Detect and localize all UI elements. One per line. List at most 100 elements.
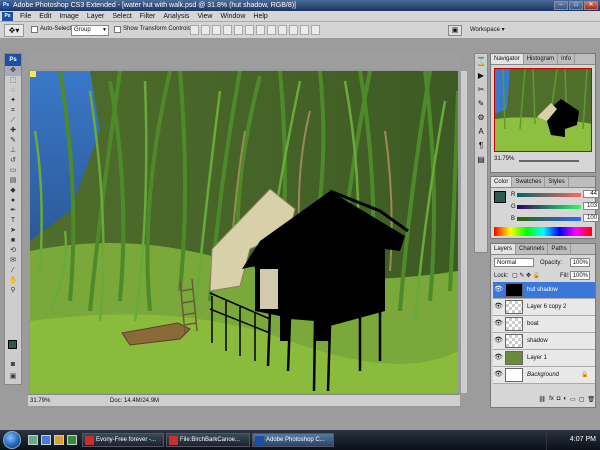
layer-row-boat[interactable]: 👁 boat xyxy=(493,316,595,333)
red-slider[interactable] xyxy=(517,193,581,197)
new-group-icon[interactable]: ▭ xyxy=(570,396,576,405)
shape-tool-icon[interactable]: ■ xyxy=(5,236,21,246)
zoom-level[interactable]: 31.79% xyxy=(30,395,50,407)
distribute-right-icon[interactable] xyxy=(311,25,320,35)
eraser-tool-icon[interactable]: ▭ xyxy=(5,166,21,176)
menu-filter[interactable]: Filter xyxy=(136,11,160,22)
green-value[interactable]: 103 xyxy=(583,202,599,210)
clone-stamp-icon[interactable]: ⊥ xyxy=(5,146,21,156)
blend-mode-dropdown[interactable]: Normal xyxy=(494,258,534,267)
workspace-menu[interactable]: Workspace ▾ xyxy=(470,25,510,36)
tab-swatches[interactable]: Swatches xyxy=(512,177,546,187)
eye-icon[interactable]: 👁 xyxy=(494,286,503,294)
quick-mask-icon[interactable]: ◙ xyxy=(5,360,21,370)
fill-field[interactable]: 100% xyxy=(570,271,590,280)
character-panel-icon[interactable]: A xyxy=(475,126,487,138)
brushes-panel-icon[interactable]: ✎ xyxy=(475,98,487,110)
magic-wand-icon[interactable]: ✦ xyxy=(5,96,21,106)
blue-value[interactable]: 100 xyxy=(583,214,599,222)
blue-slider[interactable] xyxy=(517,217,581,221)
tab-navigator[interactable]: Navigator xyxy=(491,54,524,64)
align-hcenter-icon[interactable] xyxy=(234,25,243,35)
link-layers-icon[interactable]: ⛓ xyxy=(538,396,546,405)
crop-tool-icon[interactable]: ⌗ xyxy=(5,106,21,116)
move-tool-preset-icon[interactable]: ✥▾ xyxy=(4,24,24,37)
healing-brush-icon[interactable]: ✚ xyxy=(5,126,21,136)
layer-mask-icon[interactable]: ◘ xyxy=(557,396,561,405)
opacity-field[interactable]: 100% xyxy=(570,258,590,267)
show-desktop-icon[interactable] xyxy=(28,435,38,445)
adjustment-layer-icon[interactable]: ◐ xyxy=(563,396,567,405)
auto-select-dropdown[interactable]: Group ▼ xyxy=(71,25,109,36)
3d-rotate-icon[interactable]: ⟲ xyxy=(5,246,21,256)
menu-analysis[interactable]: Analysis xyxy=(159,11,193,22)
layer-row-background[interactable]: 👁 Background 🔒 xyxy=(493,367,595,384)
brush-tool-icon[interactable]: ✎ xyxy=(5,136,21,146)
align-vcenter-icon[interactable] xyxy=(201,25,210,35)
folder-quicklaunch-icon[interactable] xyxy=(54,435,64,445)
vertical-scrollbar[interactable] xyxy=(461,71,467,393)
tab-layers[interactable]: Layers xyxy=(491,244,517,254)
layer-row-layer1[interactable]: 👁 Layer 1 xyxy=(493,350,595,367)
task-birchbarkcanoe[interactable]: File:BirchBarkCanoe... xyxy=(166,433,250,447)
eye-icon[interactable]: 👁 xyxy=(494,354,503,362)
type-tool-icon[interactable]: T xyxy=(5,216,21,226)
actions-panel-icon[interactable]: ▶ xyxy=(475,70,487,82)
move-tool-icon[interactable]: ✥ xyxy=(5,66,21,76)
auto-select-checkbox[interactable] xyxy=(31,26,38,33)
delete-layer-icon[interactable]: 🗑 xyxy=(587,396,595,405)
menu-file[interactable]: File xyxy=(16,11,35,22)
close-button[interactable]: ✕ xyxy=(584,1,598,10)
distribute-top-icon[interactable] xyxy=(256,25,265,35)
eye-icon[interactable]: 👁 xyxy=(494,320,503,328)
tab-styles[interactable]: Styles xyxy=(545,177,569,187)
clone-source-icon[interactable]: ⚙ xyxy=(475,112,487,124)
notes-tool-icon[interactable]: ✉ xyxy=(5,256,21,266)
tab-color[interactable]: Color xyxy=(491,177,513,187)
color-spectrum[interactable] xyxy=(494,227,592,236)
tab-channels[interactable]: Channels xyxy=(516,244,549,254)
distribute-bottom-icon[interactable] xyxy=(278,25,287,35)
new-layer-icon[interactable]: ▢ xyxy=(579,396,585,405)
navigator-thumbnail[interactable] xyxy=(494,68,592,152)
eye-icon[interactable]: 👁 xyxy=(494,337,503,345)
align-top-icon[interactable] xyxy=(190,25,199,35)
tab-histogram[interactable]: Histogram xyxy=(524,54,559,64)
menu-layer[interactable]: Layer xyxy=(83,11,109,22)
menu-select[interactable]: Select xyxy=(108,11,135,22)
lasso-tool-icon[interactable]: ◌ xyxy=(5,86,21,96)
align-bottom-icon[interactable] xyxy=(212,25,221,35)
minimize-button[interactable]: – xyxy=(554,1,568,10)
path-select-icon[interactable]: ➤ xyxy=(5,226,21,236)
tab-info[interactable]: Info xyxy=(558,54,576,64)
blur-tool-icon[interactable]: ◆ xyxy=(5,186,21,196)
lock-icons[interactable]: ▢ ✎ ✥ 🔒 xyxy=(512,271,540,281)
task-evony[interactable]: Evony-Free forever -... xyxy=(82,433,164,447)
gradient-tool-icon[interactable]: ▤ xyxy=(5,176,21,186)
zoom-tool-icon[interactable]: ⚲ xyxy=(5,286,21,296)
menu-edit[interactable]: Edit xyxy=(35,11,55,22)
layer-row-hut-shadow[interactable]: 👁 hut shadow xyxy=(493,282,595,299)
history-brush-icon[interactable]: ↺ xyxy=(5,156,21,166)
menu-window[interactable]: Window xyxy=(216,11,249,22)
eye-icon[interactable]: 👁 xyxy=(494,371,503,379)
color-foreground-swatch[interactable] xyxy=(494,191,506,203)
ie-quicklaunch-icon[interactable] xyxy=(41,435,51,445)
green-slider[interactable] xyxy=(517,205,581,209)
paragraph-panel-icon[interactable]: ¶ xyxy=(475,140,487,152)
distribute-left-icon[interactable] xyxy=(289,25,298,35)
foreground-color-swatch[interactable] xyxy=(8,340,17,349)
eyedropper-icon[interactable]: ⁄ xyxy=(5,266,21,276)
align-left-icon[interactable] xyxy=(223,25,232,35)
menu-view[interactable]: View xyxy=(193,11,216,22)
start-button[interactable] xyxy=(3,431,21,449)
dodge-tool-icon[interactable]: ● xyxy=(5,196,21,206)
slice-tool-icon[interactable]: ⟋ xyxy=(5,116,21,126)
hand-tool-icon[interactable]: ✋ xyxy=(5,276,21,286)
maximize-button[interactable]: □ xyxy=(569,1,583,10)
menu-image[interactable]: Image xyxy=(55,11,82,22)
image-canvas[interactable] xyxy=(30,71,458,393)
distribute-hcenter-icon[interactable] xyxy=(300,25,309,35)
align-right-icon[interactable] xyxy=(245,25,254,35)
system-clock[interactable]: 4:07 PM xyxy=(546,430,600,450)
